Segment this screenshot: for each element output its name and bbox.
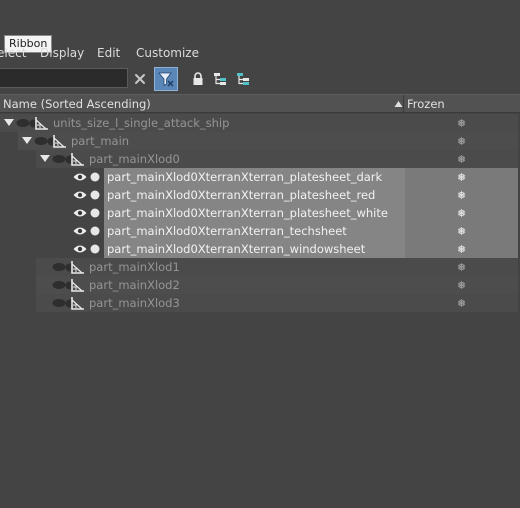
snowflake-icon: ❅	[456, 170, 467, 184]
snowflake-icon: ❅	[456, 188, 467, 202]
eye-icon[interactable]	[73, 240, 87, 258]
frozen-toggle[interactable]: ❅	[405, 294, 518, 312]
tree-item-label: part_mainXlod0XterranXterran_platesheet_…	[107, 206, 388, 220]
eye-icon[interactable]	[73, 186, 87, 204]
tree-row[interactable]: ❅ part_mainXlod0XterranXterran_platesheet…	[0, 204, 520, 222]
frozen-toggle[interactable]: ❅	[405, 150, 518, 168]
snowflake-icon: ❅	[456, 152, 467, 166]
tree-item-label: part_mainXlod0	[89, 152, 180, 166]
snowflake-icon: ❅	[456, 296, 467, 310]
expand-arrow-icon[interactable]	[4, 119, 14, 126]
bone-icon	[69, 150, 85, 168]
eye-icon[interactable]	[73, 168, 87, 186]
hierarchy-select-icon	[237, 73, 249, 85]
snowflake-icon: ❅	[456, 260, 467, 274]
frozen-toggle[interactable]: ❅	[405, 186, 518, 204]
hierarchy-select-button[interactable]	[232, 68, 254, 90]
tree-item-label: part_mainXlod2	[89, 278, 180, 292]
frozen-toggle[interactable]: ❅	[405, 114, 518, 132]
sort-ascending-icon[interactable]	[394, 95, 403, 113]
snowflake-icon: ❅	[456, 242, 467, 256]
column-divider[interactable]	[403, 95, 404, 113]
frozen-toggle[interactable]: ❅	[405, 168, 518, 186]
name-column-header[interactable]: Name (Sorted Ascending)	[3, 95, 151, 113]
tree-row[interactable]: ❅ part_mainXlod0XterranXterran_platesheet…	[0, 168, 520, 186]
menu-customize[interactable]: Customize	[136, 46, 199, 60]
toolbar	[0, 66, 520, 92]
visibility-dot-icon[interactable]	[90, 186, 100, 204]
bone-icon	[69, 294, 85, 312]
eye-icon[interactable]	[73, 204, 87, 222]
tree-row[interactable]: ❅ part_mainXlod3	[0, 294, 520, 312]
frozen-toggle[interactable]: ❅	[405, 222, 518, 240]
visibility-dot-icon[interactable]	[90, 222, 100, 240]
expand-arrow-icon[interactable]	[40, 155, 50, 162]
tree-item-label: part_mainXlod0XterranXterran_platesheet_…	[107, 170, 383, 184]
snowflake-icon: ❅	[456, 116, 467, 130]
visibility-dot-icon[interactable]	[90, 240, 100, 258]
menu-select[interactable]: elect	[0, 46, 26, 60]
column-header: Name (Sorted Ascending) Frozen	[0, 94, 520, 113]
close-icon	[135, 74, 145, 84]
frozen-column-header[interactable]: Frozen	[407, 95, 445, 113]
tree-row[interactable]: ❅ part_mainXlod0XterranXterran_platesheet…	[0, 186, 520, 204]
frozen-toggle[interactable]: ❅	[405, 240, 518, 258]
tree-row[interactable]: ❅ part_mainXlod1	[0, 258, 520, 276]
filter-icon	[158, 72, 174, 87]
lock-icon	[193, 72, 203, 85]
snowflake-icon: ❅	[456, 278, 467, 292]
bone-icon	[33, 114, 49, 132]
visibility-dot-icon[interactable]	[90, 204, 100, 222]
bone-icon	[69, 276, 85, 294]
search-input[interactable]	[0, 68, 128, 88]
hierarchy-icon	[214, 73, 226, 85]
snowflake-icon: ❅	[456, 206, 467, 220]
tree-row[interactable]: ❅ part_mainXlod0XterranXterran_windowshee…	[0, 240, 520, 258]
tree-item-label: part_mainXlod0XterranXterran_windowsheet	[107, 242, 366, 256]
frozen-toggle[interactable]: ❅	[405, 276, 518, 294]
hierarchy-button[interactable]	[209, 68, 231, 90]
tree-item-label: part_mainXlod3	[89, 296, 180, 310]
menu-edit[interactable]: Edit	[97, 46, 120, 60]
menu-bar: elect Display Edit Customize	[0, 44, 520, 64]
menu-display[interactable]: Display	[40, 46, 84, 60]
snowflake-icon: ❅	[456, 224, 467, 238]
clear-search-button[interactable]	[129, 68, 151, 90]
tree-row[interactable]: ❅ part_mainXlod0	[0, 150, 520, 168]
tree-row[interactable]: ❅ part_mainXlod0XterranXterran_techsheet	[0, 222, 520, 240]
snowflake-icon: ❅	[456, 134, 467, 148]
lock-button[interactable]	[187, 68, 209, 90]
tree-item-label: part_main	[71, 134, 130, 148]
visibility-dot-icon[interactable]	[90, 168, 100, 186]
tree-item-label: part_mainXlod1	[89, 260, 180, 274]
frozen-toggle[interactable]: ❅	[405, 132, 518, 150]
tree-item-label: part_mainXlod0XterranXterran_platesheet_…	[107, 188, 376, 202]
tree-row[interactable]: ❅ units_size_l_single_attack_ship	[0, 114, 520, 132]
expand-arrow-icon[interactable]	[22, 137, 32, 144]
tree-item-label: units_size_l_single_attack_ship	[53, 116, 230, 130]
frozen-toggle[interactable]: ❅	[405, 204, 518, 222]
bone-icon	[51, 132, 67, 150]
filter-toggle-button[interactable]	[154, 67, 178, 91]
tree-row[interactable]: ❅ part_main	[0, 132, 520, 150]
tree-item-label: part_mainXlod0XterranXterran_techsheet	[107, 224, 347, 238]
frozen-toggle[interactable]: ❅	[405, 258, 518, 276]
tree-row[interactable]: ❅ part_mainXlod2	[0, 276, 520, 294]
bone-icon	[69, 258, 85, 276]
eye-icon[interactable]	[73, 222, 87, 240]
